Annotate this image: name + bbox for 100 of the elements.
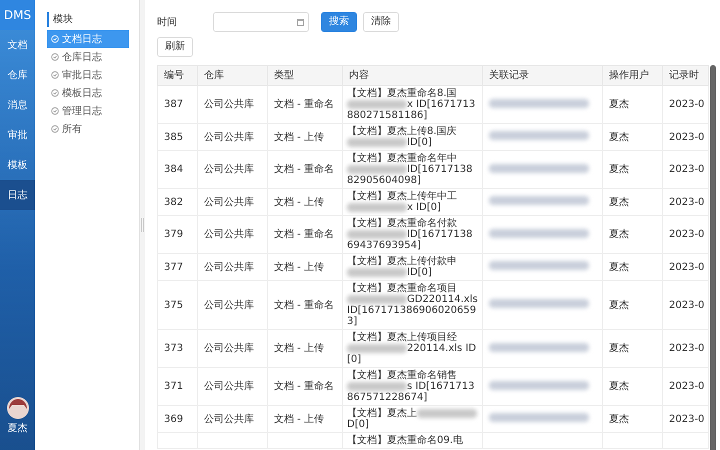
redacted-link[interactable] [489, 98, 589, 108]
table-cell: 384 [158, 150, 198, 188]
redacted-text [347, 344, 407, 353]
search-button[interactable]: 搜索 [321, 12, 357, 32]
table-cell: 夏杰 [602, 216, 662, 254]
column-header: 仓库 [198, 66, 268, 86]
table-cell: 387 [158, 86, 198, 124]
content-text: 【文档】夏杰重命名年中 ID[1671713882905604098] [347, 153, 472, 186]
redacted-link[interactable] [489, 261, 589, 270]
redacted-link[interactable] [489, 380, 589, 390]
nav-item[interactable]: 审批 [0, 120, 35, 150]
table-cell: 公司公共库 [198, 86, 268, 124]
calendar-icon [297, 18, 304, 26]
table-cell: 文档 - 重命名 [268, 280, 342, 330]
refresh-button[interactable]: 刷新 [157, 37, 193, 57]
module-item[interactable]: 仓库日志 [47, 48, 129, 66]
redacted-link[interactable] [489, 131, 589, 140]
table-cell: 377 [158, 254, 198, 280]
content-text: 【文档】夏杰上传项目经 220114.xls ID[0] [347, 332, 476, 365]
filter-label: 时间 [157, 16, 177, 30]
table-cell: 385 [158, 124, 198, 150]
app-logo: DMS [0, 0, 35, 30]
redacted-link[interactable] [489, 164, 589, 172]
redacted-text [347, 164, 407, 174]
column-header: 类型 [268, 66, 342, 86]
content-text: 【文档】夏杰上 D[0] [347, 408, 477, 430]
table-cell: 文档 - 上传 [268, 124, 342, 150]
table-cell: 文档 - 重命名 [268, 86, 342, 124]
redacted-link[interactable] [489, 299, 589, 308]
table-cell: 公司公共库 [198, 124, 268, 150]
table-cell: 文档 - 上传 [268, 254, 342, 280]
table-cell: 371 [158, 368, 198, 406]
column-header: 记录时 [662, 66, 708, 86]
module-item[interactable]: 所有 [47, 120, 129, 138]
table-cell: 夏杰 [602, 330, 662, 368]
nav-item[interactable]: 模板 [0, 150, 35, 180]
content-text: 【文档】夏杰重命名付款 ID[1671713869437693954] [347, 218, 472, 251]
date-field[interactable] [213, 12, 309, 32]
table-cell: 2023-0 [662, 86, 708, 124]
nav-item[interactable]: 仓库 [0, 60, 35, 90]
content-text: 【文档】夏杰上传年中工 x ID[0] [347, 191, 457, 213]
user-name: 夏杰 [8, 422, 28, 436]
clear-button[interactable]: 清除 [363, 12, 399, 32]
table-cell: 2023-0 [662, 368, 708, 406]
table-cell: 375 [158, 280, 198, 330]
column-header: 关联记录 [482, 66, 602, 86]
module-item[interactable]: 模板日志 [47, 84, 129, 102]
table-cell: 文档 - 重命名 [268, 150, 342, 188]
table-cell: 夏杰 [602, 150, 662, 188]
module-title: 模块 [47, 12, 129, 27]
redacted-text [347, 202, 407, 212]
table-cell: 2023-0 [662, 124, 708, 150]
content-text: 【文档】夏杰重命名销售 s ID[1671713867571228674] [347, 370, 474, 403]
column-header: 内容 [342, 66, 482, 86]
nav-item[interactable]: 日志 [0, 180, 35, 210]
table-cell: 夏杰 [602, 406, 662, 432]
table-cell: 373 [158, 330, 198, 368]
scrollbar[interactable] [710, 65, 716, 450]
table-cell: 文档 - 上传 [268, 406, 342, 432]
table-cell: 2023-0 [662, 254, 708, 280]
redacted-link[interactable] [489, 342, 589, 352]
redacted-link[interactable] [489, 228, 589, 238]
redacted-text [347, 294, 407, 304]
redacted-link[interactable] [489, 196, 589, 205]
table-cell: 2023-0 [662, 188, 708, 216]
table-cell: 公司公共库 [198, 280, 268, 330]
table-cell: 文档 - 上传 [268, 188, 342, 216]
module-item[interactable]: 管理日志 [47, 102, 129, 120]
table-cell: 文档 - 重命名 [268, 368, 342, 406]
table-cell: 夏杰 [602, 368, 662, 406]
avatar-icon[interactable] [6, 397, 28, 419]
content-text: 【文档】夏杰重命名8.国 x ID[1671713880271581186] [347, 88, 476, 121]
content-text: 【文档】夏杰重命名项目 GD220114.xls ID[1671713869060206593] [347, 283, 478, 327]
nav-item[interactable]: 消息 [0, 90, 35, 120]
table-cell: 2023-0 [662, 150, 708, 188]
content-text: 【文档】夏杰上传8.国庆 ID[0] [347, 126, 457, 148]
table-cell: 夏杰 [602, 280, 662, 330]
table-cell: 公司公共库 [198, 406, 268, 432]
table-cell: 公司公共库 [198, 216, 268, 254]
table-cell: 2023-0 [662, 280, 708, 330]
content-text: 【文档】夏杰上传付款申 ID[0] [347, 256, 457, 278]
table-cell: 2023-0 [662, 406, 708, 432]
table-cell: 夏杰 [602, 188, 662, 216]
content-text: 【文档】夏杰重命名09.电 [347, 435, 463, 446]
table-cell: 夏杰 [602, 86, 662, 124]
redacted-text [347, 138, 407, 147]
column-header: 编号 [158, 66, 198, 86]
redacted-link[interactable] [489, 413, 589, 422]
module-item[interactable]: 审批日志 [47, 66, 129, 84]
table-cell: 公司公共库 [198, 150, 268, 188]
table-cell: 公司公共库 [198, 188, 268, 216]
table-cell: 382 [158, 188, 198, 216]
table-cell: 公司公共库 [198, 330, 268, 368]
redacted-text [347, 268, 407, 277]
nav-item[interactable]: 文档 [0, 30, 35, 60]
table-cell: 公司公共库 [198, 368, 268, 406]
redacted-text [347, 100, 407, 109]
table-cell: 公司公共库 [198, 254, 268, 280]
column-header: 操作用户 [602, 66, 662, 86]
redacted-text [347, 382, 407, 391]
